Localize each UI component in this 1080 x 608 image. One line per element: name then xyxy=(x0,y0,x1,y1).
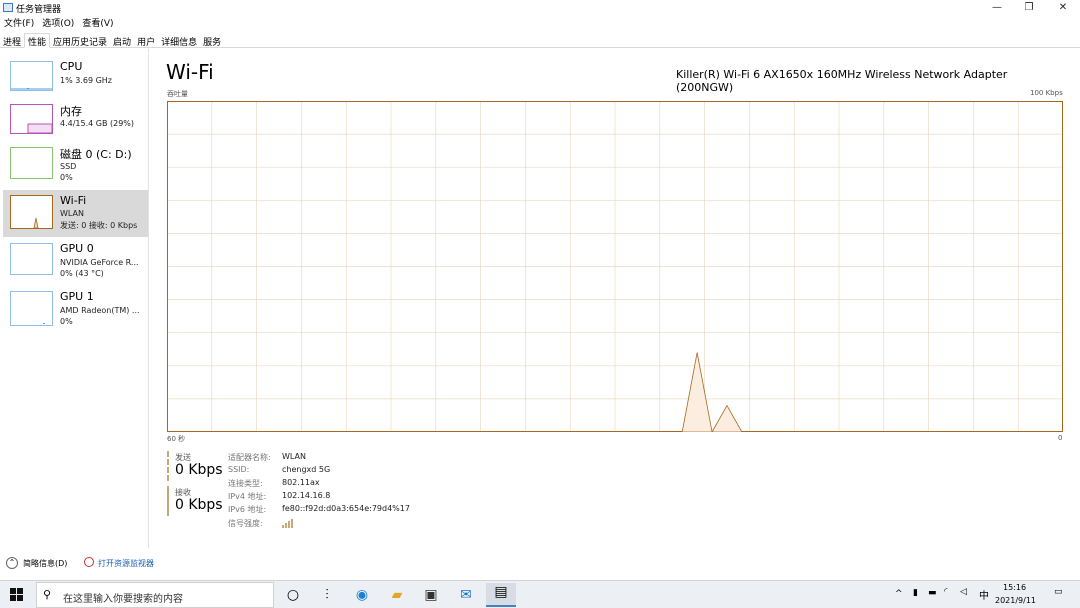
task-view-icon[interactable]: ○ xyxy=(284,586,302,604)
task-manager-window: 任务管理器 — ❐ ✕ 文件(F) 选项(O) 查看(V) 进程 性能 应用历史记录 启动… xyxy=(0,0,1080,608)
send-stat: 发送 0 Kbps xyxy=(167,451,227,481)
wifi-icon[interactable]: ◜ xyxy=(944,587,948,597)
memory-thumbnail-graph xyxy=(10,104,53,134)
taskbar: ⚲ 在这里输入你要搜索的内容 ○ ⫶ ◉ ▰ ▣ ✉ ▤ ^ ▮ ▬ ◜ ◁ 中… xyxy=(0,580,1080,608)
windows-start-icon[interactable] xyxy=(8,586,26,604)
chevron-up-icon[interactable]: ^ xyxy=(895,589,903,599)
page-title: Wi-Fi xyxy=(166,60,214,84)
throughput-chart xyxy=(167,101,1063,432)
x-axis-right-label: 0 xyxy=(1058,434,1063,442)
wifi-thumbnail-graph xyxy=(10,195,53,229)
resource-monitor-icon xyxy=(84,557,94,567)
maximize-button[interactable]: ❐ xyxy=(1012,0,1046,16)
store-icon[interactable]: ▣ xyxy=(422,586,440,604)
recv-value: 0 Kbps xyxy=(175,497,223,513)
sidebar-item-detail: 0% xyxy=(60,173,73,182)
recv-stat: 接收 0 Kbps xyxy=(167,486,227,516)
x-axis-left-label: 60 秒 xyxy=(167,435,186,443)
taskbar-search-box[interactable]: ⚲ 在这里输入你要搜索的内容 xyxy=(36,582,274,608)
sidebar-item-wifi[interactable]: Wi-Fi WLAN 发送: 0 接收: 0 Kbps xyxy=(3,190,148,237)
adapter-name: Killer(R) Wi-Fi 6 AX1650x 160MHz Wireles… xyxy=(676,68,1008,94)
notification-icon[interactable]: ▭ xyxy=(1054,587,1063,597)
sidebar-item-title: CPU xyxy=(60,60,83,73)
network-icon[interactable]: ▬ xyxy=(928,588,937,598)
menu-bar: 文件(F) 选项(O) 查看(V) xyxy=(0,16,118,31)
send-value: 0 Kbps xyxy=(175,462,223,478)
sidebar-item-detail: NVIDIA GeForce R... xyxy=(60,258,139,267)
sidebar-item-memory[interactable]: 内存 4.4/15.4 GB (29%) xyxy=(3,102,148,148)
sidebar-item-gpu0[interactable]: GPU 0 NVIDIA GeForce R... 0% (43 °C) xyxy=(3,241,148,287)
tab-startup[interactable]: 启动 xyxy=(110,34,134,49)
edge-browser-icon[interactable]: ◉ xyxy=(353,586,371,604)
clock-date[interactable]: 2021/9/11 xyxy=(995,596,1036,605)
close-button[interactable]: ✕ xyxy=(1046,0,1080,16)
widgets-icon[interactable]: ⫶ xyxy=(318,586,336,604)
window-title: 任务管理器 xyxy=(16,5,62,15)
performance-sidebar: CPU 1% 3.69 GHz 内存 4.4/15.4 GB (29%) 磁盘 … xyxy=(0,49,149,548)
sidebar-item-gpu1[interactable]: GPU 1 AMD Radeon(TM) ... 0% xyxy=(3,289,148,335)
chevron-up-icon[interactable]: ⌃ xyxy=(6,557,18,569)
battery-icon[interactable]: ▮ xyxy=(913,588,918,598)
ime-indicator[interactable]: 中 xyxy=(979,587,989,602)
title-bar: 任务管理器 — ❐ ✕ xyxy=(0,0,1080,16)
sidebar-item-detail: WLAN xyxy=(60,209,85,218)
task-manager-icon xyxy=(3,3,13,12)
tab-details[interactable]: 详细信息 xyxy=(158,34,200,49)
sidebar-item-title: GPU 1 xyxy=(60,290,94,303)
sidebar-item-title: 内存 xyxy=(60,105,82,118)
tab-performance[interactable]: 性能 xyxy=(24,33,51,48)
sidebar-item-title: 磁盘 0 (C: D:) xyxy=(60,148,132,161)
file-explorer-icon[interactable]: ▰ xyxy=(388,586,406,604)
sidebar-item-title: GPU 0 xyxy=(60,242,94,255)
sidebar-item-detail: AMD Radeon(TM) ... xyxy=(60,306,140,315)
sidebar-item-detail: 1% 3.69 GHz xyxy=(60,76,113,85)
tab-app-history[interactable]: 应用历史记录 xyxy=(50,34,110,49)
footer-bar: ⌃ 简略信息(D) 打开资源监视器 xyxy=(0,553,1080,579)
disk-thumbnail-graph xyxy=(10,147,53,179)
less-details-link[interactable]: 简略信息(D) xyxy=(23,558,67,569)
menu-view[interactable]: 查看(V) xyxy=(82,16,113,29)
sidebar-item-disk[interactable]: 磁盘 0 (C: D:) SSD 0% xyxy=(3,145,148,191)
minimize-button[interactable]: — xyxy=(980,0,1014,16)
tab-services[interactable]: 服务 xyxy=(200,34,224,49)
open-resource-monitor-link[interactable]: 打开资源监视器 xyxy=(98,558,154,569)
gpu1-thumbnail-graph xyxy=(10,291,53,326)
sidebar-item-detail: 发送: 0 接收: 0 Kbps xyxy=(60,221,138,230)
sidebar-item-cpu[interactable]: CPU 1% 3.69 GHz xyxy=(3,59,148,105)
sidebar-item-detail: 4.4/15.4 GB (29%) xyxy=(60,119,135,128)
sidebar-item-title: Wi-Fi xyxy=(60,194,87,207)
search-placeholder: 在这里输入你要搜索的内容 xyxy=(63,594,183,605)
clock-time[interactable]: 15:16 xyxy=(1003,583,1026,592)
sidebar-item-detail: 0% (43 °C) xyxy=(60,269,104,278)
tab-users[interactable]: 用户 xyxy=(134,34,158,49)
gpu0-thumbnail-graph xyxy=(10,243,53,275)
volume-icon[interactable]: ◁ xyxy=(960,587,967,597)
task-manager-taskbar-icon[interactable]: ▤ xyxy=(486,583,516,607)
cpu-thumbnail-graph xyxy=(10,61,53,91)
y-axis-max-label: 100 Kbps xyxy=(1030,89,1063,97)
search-icon: ⚲ xyxy=(43,588,52,601)
sidebar-item-detail: 0% xyxy=(60,317,73,326)
signal-strength-icon xyxy=(282,518,294,530)
tab-bar: 进程 性能 应用历史记录 启动 用户 详细信息 服务 xyxy=(0,33,1080,48)
menu-file[interactable]: 文件(F) xyxy=(4,16,34,29)
mail-icon[interactable]: ✉ xyxy=(457,586,475,604)
y-axis-label: 吞吐量 xyxy=(167,90,188,98)
menu-options[interactable]: 选项(O) xyxy=(42,16,74,29)
sidebar-item-detail: SSD xyxy=(60,162,77,171)
tab-processes[interactable]: 进程 xyxy=(0,34,24,49)
